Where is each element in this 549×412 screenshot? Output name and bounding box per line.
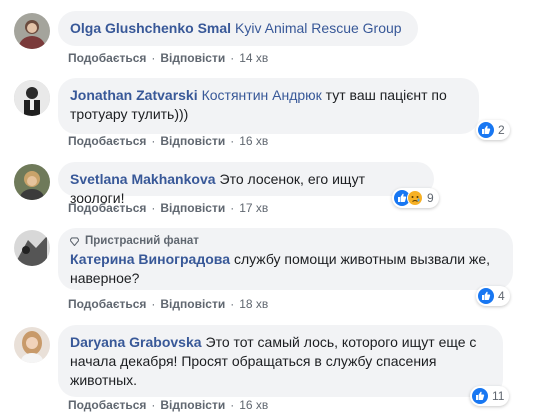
sad-reaction-icon <box>407 190 423 206</box>
comment-time[interactable]: 18 хв <box>239 297 268 311</box>
comment-author[interactable]: Jonathan Zatvarski <box>70 87 198 103</box>
reaction-count: 11 <box>492 389 505 403</box>
comment-bubble: Olga Glushchenko Smal Kyiv Animal Rescue … <box>58 11 418 46</box>
reply-button[interactable]: Відповісти <box>160 134 225 148</box>
like-button[interactable]: Подобається <box>68 201 146 215</box>
comment-actions: Подобається · Відповісти · 18 хв <box>68 297 269 311</box>
like-reaction-icon <box>478 122 494 138</box>
comment-time[interactable]: 16 хв <box>239 134 268 148</box>
like-reaction-icon <box>472 388 488 404</box>
badge-label: Пристрасний фанат <box>85 235 199 247</box>
reply-button[interactable]: Відповісти <box>160 201 225 215</box>
diamond-icon <box>70 237 79 246</box>
reaction-summary[interactable]: 2 <box>476 120 510 140</box>
comment-author[interactable]: Svetlana Makhankova <box>70 171 216 187</box>
comment-actions: Подобається · Відповісти · 16 хв <box>68 134 269 148</box>
comment-actions: Подобається · Відповісти · 17 хв <box>68 201 269 215</box>
like-reaction-icon <box>478 288 494 304</box>
avatar[interactable] <box>14 327 50 363</box>
comment-bubble: Svetlana Makhankova Это лосенок, его ищут… <box>58 162 434 206</box>
comment-time[interactable]: 14 хв <box>239 51 268 65</box>
comment-mention[interactable]: Костянтин Андрюк <box>202 87 322 103</box>
comment-actions: Подобається · Відповісти · 14 хв <box>68 51 269 65</box>
reaction-count: 9 <box>427 191 434 205</box>
comment-author[interactable]: Daryana Grabovska <box>70 334 202 350</box>
top-fan-badge: Пристрасний фанат <box>70 234 501 249</box>
reply-button[interactable]: Відповісти <box>160 51 225 65</box>
comment-author[interactable]: Olga Glushchenko Smal <box>70 20 231 36</box>
reply-button[interactable]: Відповісти <box>160 297 225 311</box>
like-button[interactable]: Подобається <box>68 134 146 148</box>
reaction-summary[interactable]: 11 <box>470 386 510 406</box>
reaction-count: 2 <box>498 123 505 137</box>
avatar[interactable] <box>14 164 50 200</box>
comment-mention[interactable]: Kyiv Animal Rescue Group <box>235 20 402 36</box>
comment-author[interactable]: Катерина Виноградова <box>70 251 230 267</box>
comment-time[interactable]: 17 хв <box>239 201 268 215</box>
comment-bubble: Jonathan Zatvarski Костянтин Андрюк тут в… <box>58 78 479 134</box>
like-button[interactable]: Подобається <box>68 297 146 311</box>
comment-bubble: Daryana Grabovska Это тот самый лось, кот… <box>58 325 503 397</box>
avatar[interactable] <box>14 80 50 116</box>
avatar[interactable] <box>14 230 50 266</box>
comment-bubble: Пристрасний фанат Катерина Виноградова сл… <box>58 228 513 290</box>
like-button[interactable]: Подобається <box>68 51 146 65</box>
avatar[interactable] <box>14 13 50 49</box>
reaction-summary[interactable]: 9 <box>392 188 439 208</box>
reaction-count: 4 <box>498 289 505 303</box>
reaction-summary[interactable]: 4 <box>476 286 510 306</box>
